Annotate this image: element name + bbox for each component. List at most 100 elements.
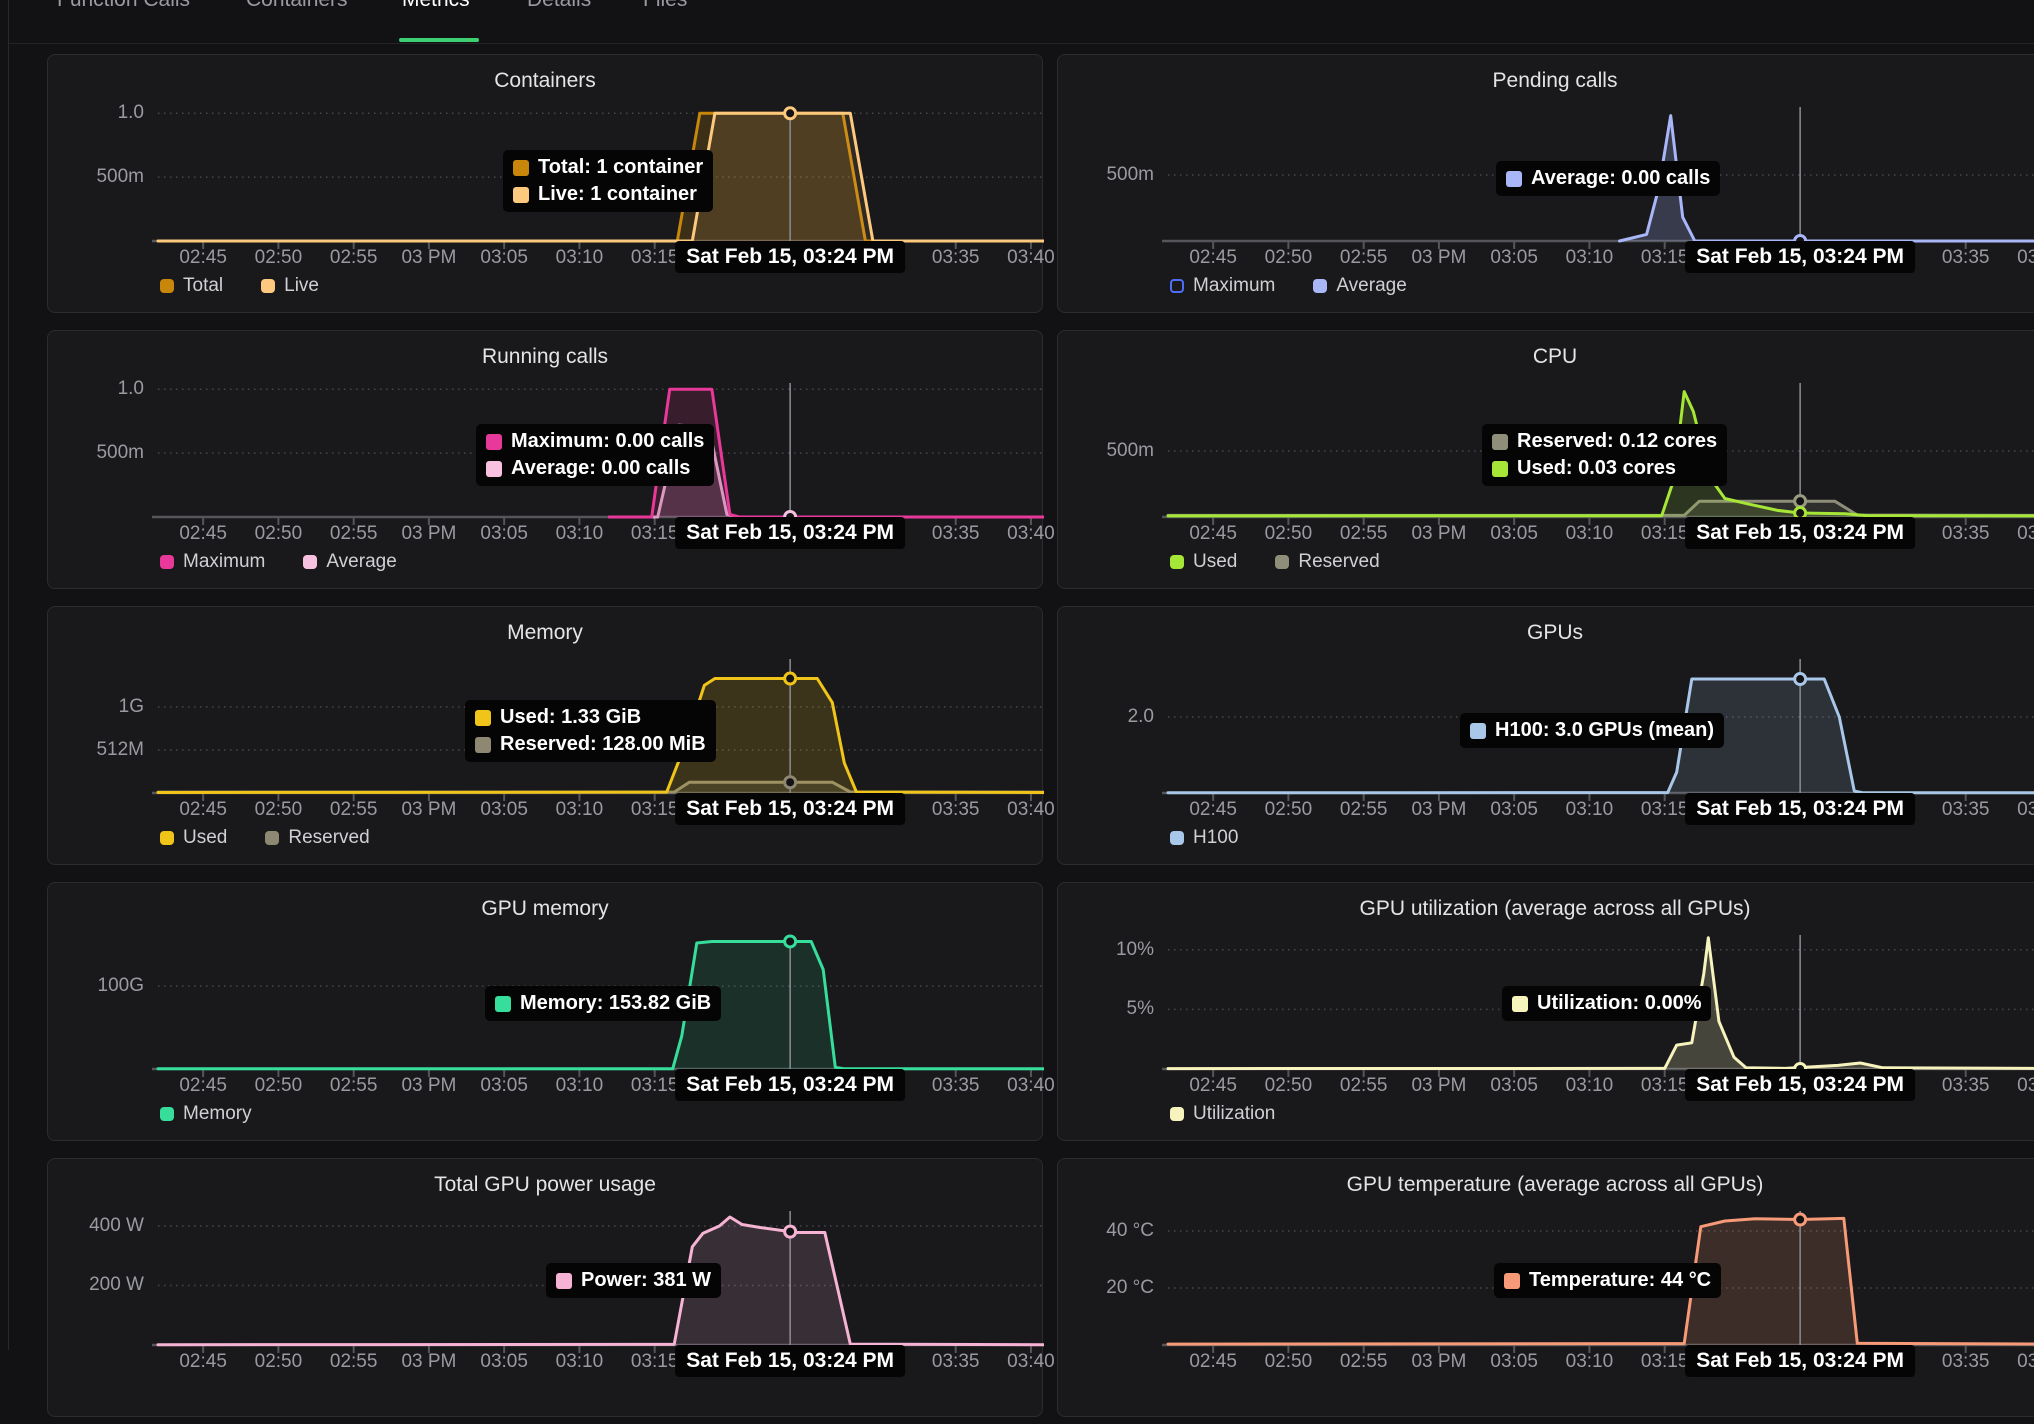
- page-left-border: [8, 0, 9, 1350]
- temperature-plot-svg[interactable]: [1058, 1203, 2034, 1419]
- tooltip-swatch: [1470, 723, 1486, 739]
- y-axis-label: 200 W: [48, 1274, 144, 1296]
- time-tooltip: Sat Feb 15, 03:24 PM: [675, 241, 905, 273]
- tooltip-value: Average: 0.00 calls: [1531, 167, 1710, 190]
- x-axis-label: 03:35: [1942, 523, 1990, 545]
- x-axis-label: 03:05: [1490, 1351, 1538, 1373]
- x-axis-label: 03:10: [556, 1351, 604, 1373]
- y-axis-label: 2.0: [1058, 706, 1154, 728]
- x-axis-label: 02:45: [179, 247, 227, 269]
- legend-item-total[interactable]: Total: [160, 275, 223, 297]
- legend-item-reserved[interactable]: Reserved: [265, 827, 369, 849]
- series-tooltip: Used: 1.33 GiBReserved: 128.00 MiB: [465, 700, 716, 762]
- power-plot-svg[interactable]: [48, 1203, 1044, 1419]
- tooltip-value: Average: 0.00 calls: [511, 457, 690, 480]
- tooltip-swatch: [495, 996, 511, 1012]
- legend-label: Reserved: [1298, 551, 1379, 573]
- x-axis-label: 03:40: [1007, 1351, 1055, 1373]
- x-axis-label: 03:05: [480, 1075, 528, 1097]
- legend-item-average[interactable]: Average: [1313, 275, 1406, 297]
- y-axis-label: 1.0: [48, 102, 144, 124]
- chart-title: Pending calls: [1058, 69, 2034, 93]
- y-axis-label: 400 W: [48, 1215, 144, 1237]
- chart-plot[interactable]: [1058, 1203, 2034, 1419]
- chart-legend: Used Reserved: [160, 827, 370, 849]
- x-axis-label: 02:55: [330, 247, 378, 269]
- x-axis-label: 02:50: [255, 1351, 303, 1373]
- x-axis-label: 03:15: [631, 1351, 679, 1373]
- x-axis-label: 02:55: [330, 1075, 378, 1097]
- chart-title: Running calls: [48, 345, 1042, 369]
- x-axis-label: 02:55: [1340, 523, 1388, 545]
- chart-legend: Memory: [160, 1103, 252, 1125]
- tooltip-value: Used: 1.33 GiB: [500, 706, 641, 729]
- series-tooltip: Utilization: 0.00%: [1502, 986, 1711, 1021]
- chart-title: GPU utilization (average across all GPUs…: [1058, 897, 2034, 921]
- x-axis-label: 03:35: [932, 1351, 980, 1373]
- tooltip-value: Utilization: 0.00%: [1537, 992, 1701, 1015]
- y-axis-label: 500m: [48, 442, 144, 464]
- tooltip-value: H100: 3.0 GPUs (mean): [1495, 719, 1714, 742]
- x-axis-label: 02:50: [255, 1075, 303, 1097]
- legend-swatch: [160, 279, 174, 293]
- x-axis-label: 02:45: [1189, 799, 1237, 821]
- y-axis-label: 500m: [1058, 164, 1154, 186]
- legend-item-utilization[interactable]: Utilization: [1170, 1103, 1275, 1125]
- time-tooltip: Sat Feb 15, 03:24 PM: [1685, 517, 1915, 549]
- chart-panel-gpu_memory: GPU memory Memory: 153.82 GiB Sat Feb 15…: [47, 882, 1043, 1141]
- x-axis-label: 03:40: [1007, 247, 1055, 269]
- legend-item-used[interactable]: Used: [160, 827, 227, 849]
- tab-containers[interactable]: Containers: [246, 0, 348, 12]
- legend-label: Memory: [183, 1103, 252, 1125]
- legend-item-maximum[interactable]: Maximum: [160, 551, 265, 573]
- tab-metrics[interactable]: Metrics: [402, 0, 470, 12]
- legend-item-used[interactable]: Used: [1170, 551, 1237, 573]
- legend-label: H100: [1193, 827, 1238, 849]
- x-axis-label: 03:35: [932, 799, 980, 821]
- x-axis-label: 03:15: [631, 523, 679, 545]
- legend-item-h100[interactable]: H100: [1170, 827, 1238, 849]
- legend-swatch: [1170, 279, 1184, 293]
- x-axis-label: 03:35: [932, 247, 980, 269]
- legend-label: Live: [284, 275, 319, 297]
- chart-plot[interactable]: [48, 1203, 1044, 1419]
- series-tooltip: Reserved: 0.12 coresUsed: 0.03 cores: [1482, 424, 1727, 486]
- x-axis-label: 03:15: [631, 247, 679, 269]
- chart-title: Memory: [48, 621, 1042, 645]
- x-axis-label: 03 PM: [1411, 799, 1466, 821]
- tab-files[interactable]: Files: [643, 0, 687, 12]
- x-axis-label: 03:10: [556, 799, 604, 821]
- legend-swatch: [303, 555, 317, 569]
- x-axis-label: 03:05: [1490, 247, 1538, 269]
- x-axis-label: 02:50: [255, 799, 303, 821]
- legend-item-reserved[interactable]: Reserved: [1275, 551, 1379, 573]
- x-axis-label: 03:35: [1942, 799, 1990, 821]
- x-axis-label: 03:40: [2017, 1351, 2034, 1373]
- x-axis-label: 02:55: [330, 523, 378, 545]
- x-axis-label: 03 PM: [401, 1075, 456, 1097]
- x-axis-label: 02:55: [330, 799, 378, 821]
- y-axis-label: 512M: [48, 739, 144, 761]
- chart-panel-containers: Containers Total: 1 containerLive: 1 con…: [47, 54, 1043, 313]
- x-axis-label: 02:45: [1189, 1351, 1237, 1373]
- legend-item-memory[interactable]: Memory: [160, 1103, 252, 1125]
- legend-swatch: [160, 1107, 174, 1121]
- x-axis-label: 03:40: [2017, 799, 2034, 821]
- x-axis-label: 03:15: [631, 799, 679, 821]
- chart-panel-power: Total GPU power usage Power: 381 W Sat F…: [47, 1158, 1043, 1417]
- x-axis-label: 02:45: [1189, 1075, 1237, 1097]
- x-axis-label: 03:15: [1641, 1075, 1689, 1097]
- tab-details[interactable]: Details: [527, 0, 591, 12]
- series-tooltip: Maximum: 0.00 callsAverage: 0.00 calls: [476, 424, 714, 486]
- legend-item-live[interactable]: Live: [261, 275, 319, 297]
- time-tooltip: Sat Feb 15, 03:24 PM: [1685, 241, 1915, 273]
- tab-function-calls[interactable]: Function Calls: [57, 0, 190, 12]
- legend-item-average[interactable]: Average: [303, 551, 396, 573]
- chart-panel-gpus: GPUs H100: 3.0 GPUs (mean) Sat Feb 15, 0…: [1057, 606, 2034, 865]
- x-axis-label: 03:05: [1490, 523, 1538, 545]
- tooltip-value: Reserved: 0.12 cores: [1517, 430, 1717, 453]
- x-axis-label: 03:05: [480, 799, 528, 821]
- legend-label: Maximum: [1193, 275, 1275, 297]
- legend-item-maximum[interactable]: Maximum: [1170, 275, 1275, 297]
- chart-panel-memory: Memory Used: 1.33 GiBReserved: 128.00 Mi…: [47, 606, 1043, 865]
